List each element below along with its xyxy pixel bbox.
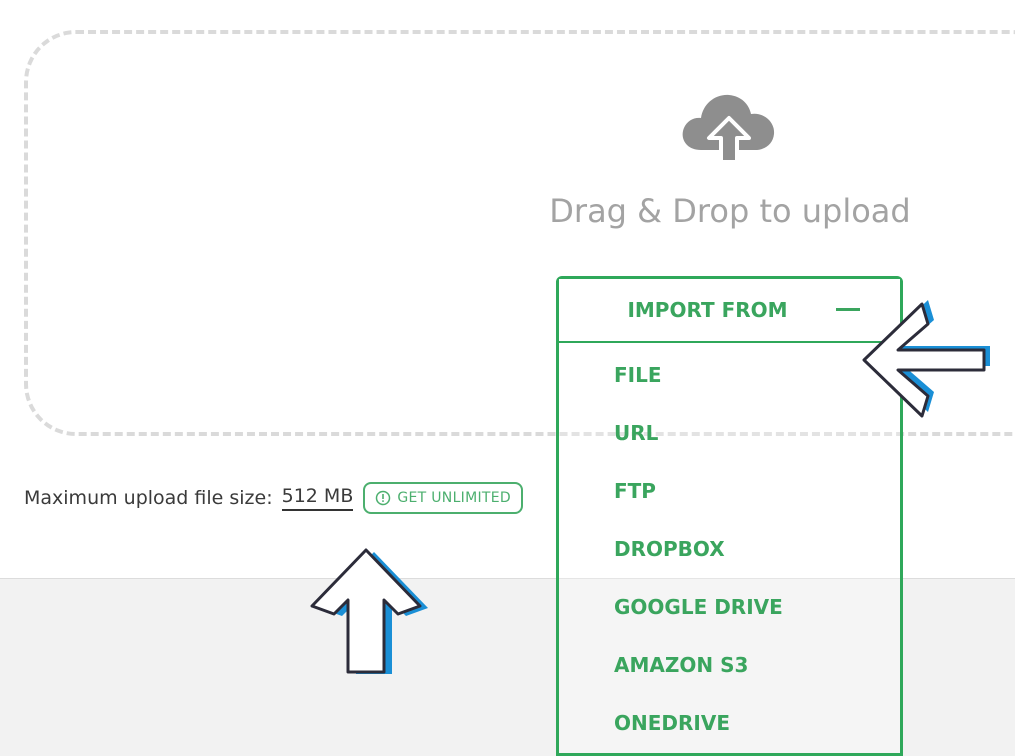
drop-instructions: Drag & Drop to upload xyxy=(549,192,911,230)
import-item-dropbox[interactable]: DROPBOX xyxy=(614,537,725,561)
up-arrow-icon xyxy=(310,548,428,674)
import-item-ftp[interactable]: FTP xyxy=(614,479,656,503)
import-menu: IMPORT FROM FILE URL FTP DROPBOX GOOGLE … xyxy=(556,276,903,756)
get-unlimited-label: GET UNLIMITED xyxy=(397,490,511,506)
cloud-upload-icon xyxy=(682,94,775,164)
info-icon xyxy=(376,490,391,506)
import-item-url[interactable]: URL xyxy=(614,421,658,445)
import-menu-header[interactable]: IMPORT FROM xyxy=(559,279,900,343)
upload-limit-row: Maximum upload file size: 512 MB GET UNL… xyxy=(24,481,523,515)
upload-limit-value[interactable]: 512 MB xyxy=(281,485,354,511)
import-item-google-drive[interactable]: GOOGLE DRIVE xyxy=(614,595,783,619)
upload-limit-label: Maximum upload file size: xyxy=(24,487,273,509)
import-item-onedrive[interactable]: ONEDRIVE xyxy=(614,711,730,735)
import-item-file[interactable]: FILE xyxy=(614,363,662,387)
import-item-amazon-s3[interactable]: AMAZON S3 xyxy=(614,653,748,677)
get-unlimited-button[interactable]: GET UNLIMITED xyxy=(363,482,523,514)
import-menu-title: IMPORT FROM xyxy=(627,298,788,322)
left-arrow-icon xyxy=(862,300,990,418)
